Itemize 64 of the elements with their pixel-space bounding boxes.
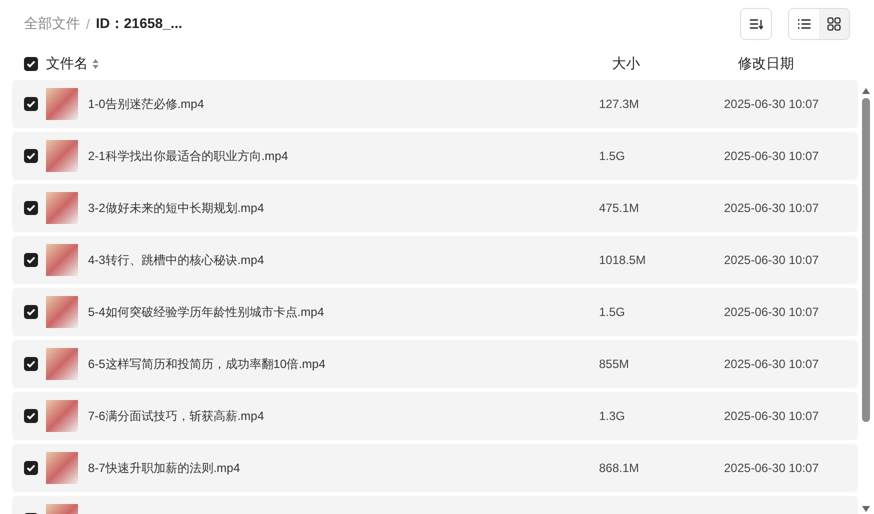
file-name: 5-4如何突破经验学历年龄性别城市卡点.mp4 [88,304,326,320]
column-header: 大小 [612,55,641,73]
column-header: 修改日期 [738,55,794,73]
video-thumbnail [46,88,78,120]
file-size: 1.5G [599,149,626,163]
video-thumbnail [46,296,78,328]
modified-date: 2025-06-30 10:07 [724,409,819,423]
row-checkbox[interactable] [24,357,38,371]
modified-date: 2025-06-30 10:07 [724,461,819,475]
current-folder: ID：21658_... [96,15,182,33]
file-name: 7-6满分面试技巧，斩获高薪.mp4 [88,408,266,424]
list-icon [797,18,811,30]
file-size: 1.3G [599,409,626,423]
video-thumbnail [46,348,78,380]
file-name: 8-7快速升职加薪的法则.mp4 [88,460,242,476]
file-row[interactable]: 5-4如何突破经验学历年龄性别城市卡点.mp4 1.5G 2025-06-30 10:07 [12,288,858,336]
list-view-button[interactable] [789,9,819,39]
breadcrumb-link[interactable]: 全部文件 [24,15,80,33]
sort-arrows-icon[interactable] [92,58,99,70]
row-checkbox[interactable] [24,253,38,267]
scrollbar-thumb[interactable] [862,98,870,422]
file-size: 868.1M [599,461,640,475]
file-row[interactable]: 3-2做好未来的短中长期规划.mp4 475.1M 2025-06-30 10:07 [12,184,858,232]
video-thumbnail [46,140,78,172]
breadcrumb-separator: / [86,16,90,32]
file-size: 855M [599,357,630,371]
file-row[interactable]: 1-0告别迷茫必修.mp4 127.3M 2025-06-30 10:07 [12,80,858,128]
modified-date: 2025-06-30 10:07 [724,357,819,371]
file-row[interactable]: 2-1科学找出你最适合的职业方向.mp4 1.5G 2025-06-30 10:07 [12,132,858,180]
file-size: 127.3M [599,97,640,111]
file-size: 475.1M [599,201,640,215]
column-header[interactable]: 文件名 [46,55,88,73]
file-row[interactable]: 7-6满分面试技巧，斩获高薪.mp4 1.3G 2025-06-30 10:07 [12,392,858,440]
row-checkbox[interactable] [24,305,38,319]
row-checkbox[interactable] [24,201,38,215]
file-size: 1.5G [599,305,626,319]
file-size: 1018.5M [599,253,647,267]
sort-icon [749,18,763,30]
modified-date: 2025-06-30 10:07 [724,97,819,111]
file-name: 3-2做好未来的短中长期规划.mp4 [88,200,266,216]
scroll-up-icon[interactable] [862,88,870,94]
file-name: 6-5这样写简历和投简历，成功率翻10倍.mp4 [88,356,326,372]
file-name: 2-1科学找出你最适合的职业方向.mp4 [88,148,290,164]
video-thumbnail [46,192,78,224]
row-checkbox[interactable] [24,409,38,423]
file-row[interactable]: 8-7快速升职加薪的法则.mp4 868.1M 2025-06-30 10:07 [12,444,858,492]
video-thumbnail [46,452,78,484]
row-checkbox[interactable] [24,97,38,111]
video-thumbnail [46,244,78,276]
file-name: 1-0告别迷茫必修.mp4 [88,96,206,112]
modified-date: 2025-06-30 10:07 [724,253,819,267]
scroll-down-icon[interactable] [862,506,870,512]
row-checkbox[interactable] [24,149,38,163]
sort-button[interactable] [740,8,772,40]
file-row[interactable]: 6-5这样写简历和投简历，成功率翻10倍.mp4 855M 2025-06-30 10:07 [12,340,858,388]
file-name: 4-3转行、跳槽中的核心秘诀.mp4 [88,252,266,268]
modified-date: 2025-06-30 10:07 [724,305,819,319]
file-row[interactable]: 4-3转行、跳槽中的核心秘诀.mp4 1018.5M 2025-06-30 10:07 [12,236,858,284]
modified-date: 2025-06-30 10:07 [724,201,819,215]
select-all-checkbox[interactable] [24,57,38,71]
modified-date: 2025-06-30 10:07 [724,149,819,163]
grid-icon [827,17,841,31]
video-thumbnail [46,400,78,432]
row-checkbox[interactable] [24,461,38,475]
